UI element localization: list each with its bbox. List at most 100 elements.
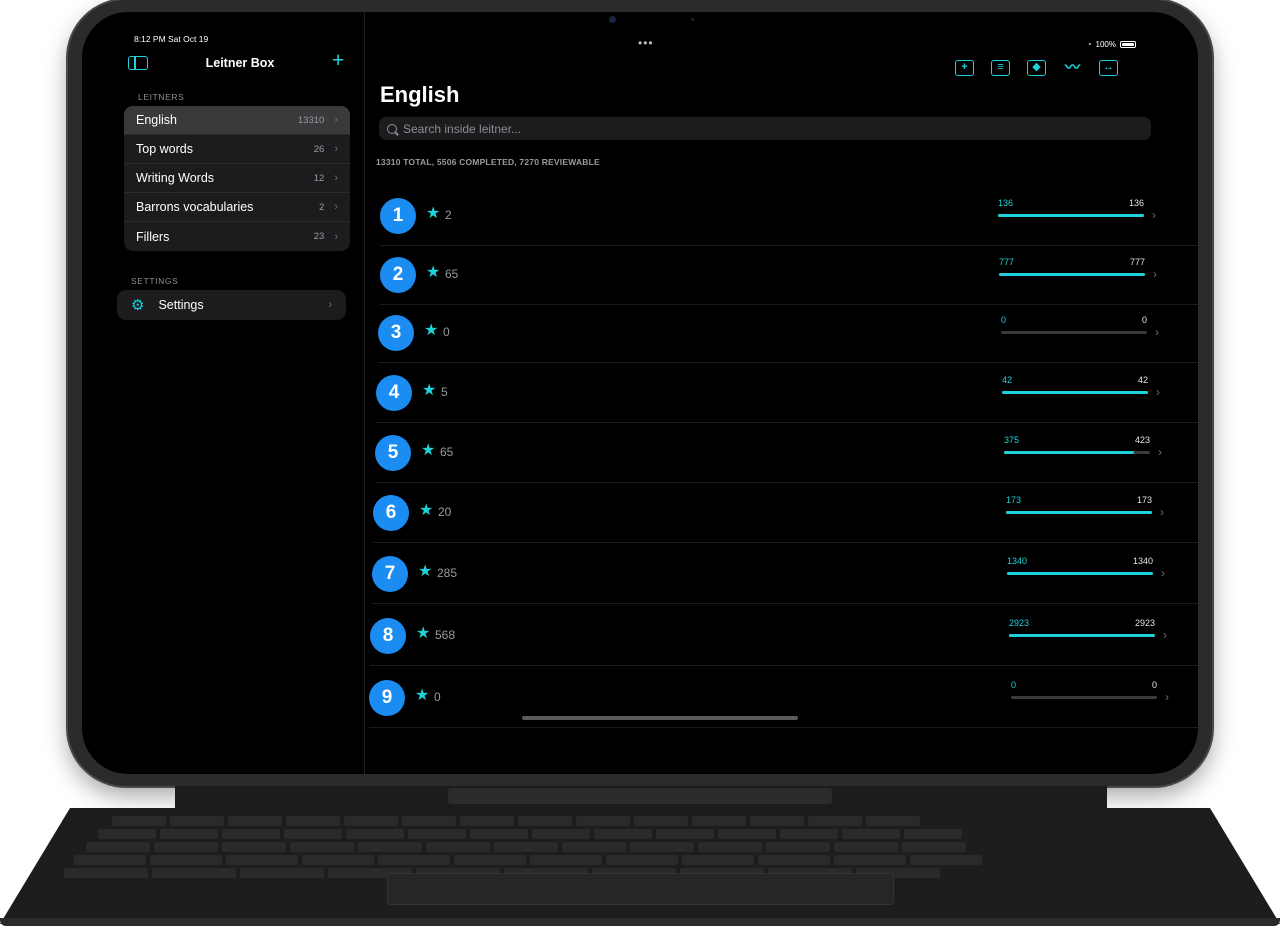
box-row[interactable]: 4 ★ 5 42 42 › (376, 365, 1198, 423)
key (112, 816, 166, 826)
key (228, 816, 282, 826)
star-icon: ★ (426, 264, 441, 281)
chevron-right-icon: › (334, 114, 338, 126)
progress-track (1009, 634, 1155, 637)
star-count: 2 (445, 208, 452, 222)
progress-track (1004, 451, 1150, 454)
reviewable-count: 0 (1001, 315, 1007, 325)
progress-block: 375 423 (1004, 435, 1150, 465)
progress-fill (1009, 634, 1155, 637)
battery-icon (1120, 41, 1136, 48)
settings-label: Settings (158, 298, 204, 312)
swap-icon[interactable]: ↔ (1099, 60, 1118, 76)
sidebar-item-label: English (136, 113, 177, 127)
search-icon (387, 123, 397, 134)
key (576, 816, 630, 826)
box-row[interactable]: 5 ★ 65 375 423 › (375, 425, 1198, 483)
key (378, 855, 450, 865)
key (86, 842, 150, 852)
settings-header: SETTINGS (131, 276, 179, 286)
key-row (86, 842, 966, 852)
progress-fill (1006, 511, 1152, 514)
key (346, 829, 404, 839)
search-input[interactable] (403, 121, 1103, 136)
key (460, 816, 514, 826)
sidebar-item-fillers[interactable]: Fillers 23 › (124, 222, 350, 251)
star-count: 65 (440, 445, 454, 459)
progress-track (1007, 572, 1153, 575)
battery-percent: 100% (1095, 40, 1116, 49)
key (606, 855, 678, 865)
sidebar-item-english[interactable]: English 13310 › (124, 106, 350, 135)
list-card-icon[interactable]: ≡ (991, 60, 1010, 76)
progress-block: 00 (1001, 315, 1147, 345)
chevron-right-icon: › (1160, 505, 1164, 519)
total-count: 777 (1129, 257, 1145, 267)
progress-block: 00 (1011, 680, 1157, 710)
chevron-right-icon: › (1152, 208, 1156, 222)
chevron-right-icon: › (1161, 566, 1165, 580)
sidebar-item-label: Top words (136, 142, 193, 156)
add-leitner-button[interactable]: + (332, 50, 344, 71)
key (532, 829, 590, 839)
ipad-frame: 8:12 PM Sat Oct 19 ••• ◔ 100% Leitner Bo… (68, 0, 1212, 786)
level-badge: 3 (378, 315, 414, 351)
total-count: 0 (1151, 680, 1157, 690)
key (226, 855, 298, 865)
key (634, 816, 688, 826)
search-bar[interactable] (379, 117, 1151, 140)
chevron-right-icon: › (1165, 690, 1169, 704)
total-count: 2923 (1134, 618, 1155, 628)
tag-icon[interactable]: ◆ (1027, 60, 1046, 76)
star-count: 65 (445, 267, 459, 281)
key (290, 842, 354, 852)
settings-button[interactable]: ⚙ Settings › (117, 290, 346, 320)
sidebar-item-top-words[interactable]: Top words 26 › (124, 135, 350, 164)
box-row[interactable]: 1 ★ 2 136 136 › (380, 188, 1198, 246)
key (286, 816, 340, 826)
star-icon: ★ (422, 382, 437, 399)
box-row[interactable]: 8 ★ 568 2923 2923 › (370, 608, 1198, 666)
total-count: 1340 (1132, 556, 1153, 566)
keyboard-edge (0, 918, 1280, 926)
chart-line-icon[interactable]: 〰 (1063, 60, 1082, 76)
progress-fill (1004, 451, 1134, 454)
level-badge: 7 (372, 556, 408, 592)
key (808, 816, 862, 826)
star-icon: ★ (415, 687, 430, 704)
reviewable-count: 375 (1004, 435, 1020, 445)
star-count: 0 (434, 690, 441, 704)
box-row[interactable]: 6 ★ 20 173 173 › (373, 485, 1198, 543)
sidebar-item-writing-words[interactable]: Writing Words 12 › (124, 164, 350, 193)
multitasking-dots-icon[interactable]: ••• (638, 36, 654, 50)
leitner-list: English 13310 › Top words 26 › Writing Words 12… (124, 106, 350, 251)
key (74, 855, 146, 865)
level-badge: 6 (373, 495, 409, 531)
sidebar-item-count: 2 (319, 201, 325, 213)
key (170, 816, 224, 826)
sidebar-toggle-icon[interactable] (128, 56, 148, 70)
box-row[interactable]: 7 ★ 285 1340 1340 › (372, 546, 1198, 604)
key (284, 829, 342, 839)
sidebar-item-barrons-vocabularies[interactable]: Barrons vocabularies 2 › (124, 193, 350, 222)
box-row[interactable]: 3 ★ 0 0 0 › (378, 305, 1198, 363)
total-count: 173 (1136, 495, 1152, 505)
key (842, 829, 900, 839)
box-row[interactable]: 2 ★ 65 777 777 › (380, 247, 1198, 305)
home-indicator[interactable] (522, 716, 798, 720)
key (758, 855, 830, 865)
key (154, 842, 218, 852)
progress-fill (999, 273, 1145, 276)
level-badge: 9 (369, 680, 405, 716)
reviewable-count: 777 (999, 257, 1015, 267)
key (240, 868, 324, 878)
add-icon[interactable]: + (955, 60, 974, 76)
chevron-right-icon: › (1163, 628, 1167, 642)
toolbar: + ≡ ◆ 〰 ↔ (955, 60, 1118, 76)
key (902, 842, 966, 852)
progress-block: 2923 2923 (1009, 618, 1155, 648)
key (750, 816, 804, 826)
sidebar: Leitner Box + LEITNERS English 13310 › Top … (82, 12, 365, 774)
sidebar-item-count: 12 (313, 172, 325, 184)
chevron-right-icon: › (1155, 325, 1159, 339)
